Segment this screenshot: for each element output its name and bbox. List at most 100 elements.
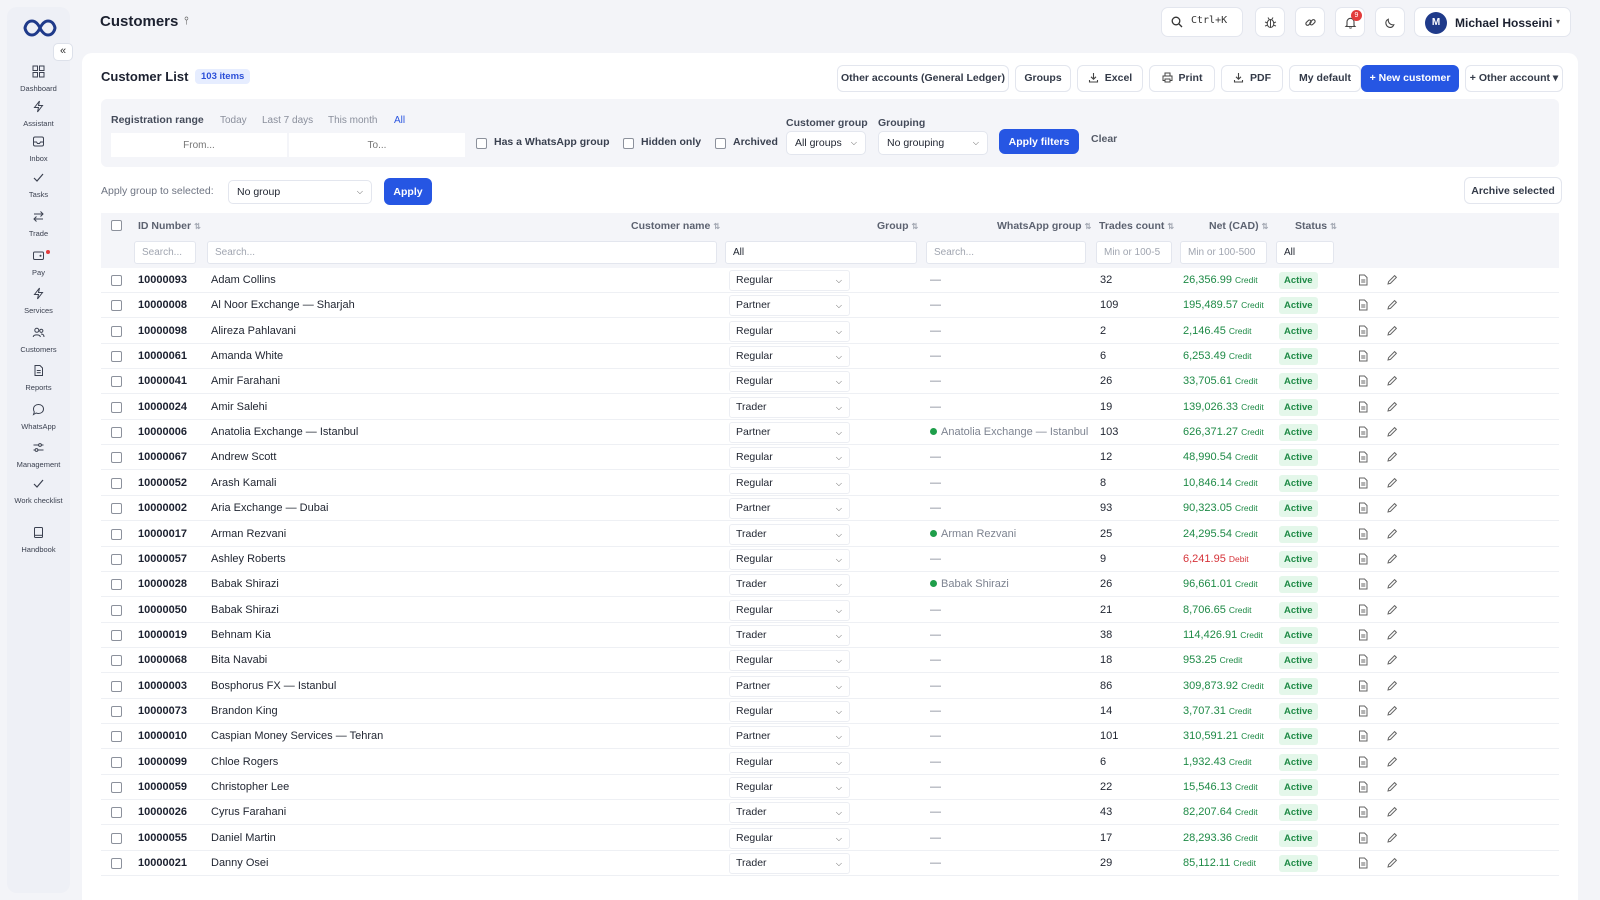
customer-name[interactable]: Daniel Martin [211,832,276,844]
apply-filters-button[interactable]: Apply filters [999,129,1079,154]
edit-icon[interactable] [1386,629,1398,641]
row-group-select[interactable]: Trader ⌵ [729,624,850,646]
table-row[interactable]: 10000019 Behnam Kia Trader ⌵ — 38 114,426.91 Cr… [101,623,1559,648]
row-checkbox[interactable] [111,300,122,312]
row-group-select[interactable]: Trader ⌵ [729,853,850,875]
row-group-select[interactable]: Regular ⌵ [729,270,850,291]
table-row[interactable]: 10000008 Al Noor Exchange — Sharjah Partne… [101,293,1559,319]
archived-checkbox[interactable] [715,138,726,149]
theme-toggle-button[interactable] [1375,7,1405,37]
row-checkbox[interactable] [111,858,122,870]
table-row[interactable]: 10000028 Babak Shirazi Trader ⌵ Babak Shiraz… [101,572,1559,598]
table-row[interactable]: 10000099 Chloe Rogers Regular ⌵ — 6 1,932.43 Cr… [101,750,1559,775]
row-checkbox[interactable] [111,553,122,565]
edit-icon[interactable] [1386,806,1398,818]
sidebar-item-dashboard[interactable]: Dashboard [7,65,70,94]
table-row[interactable]: 10000026 Cyrus Farahani Trader ⌵ — 43 82,207.6… [101,800,1559,826]
document-icon[interactable] [1357,654,1369,666]
row-group-select[interactable]: Partner ⌵ [729,422,850,444]
sidebar-item-reports[interactable]: Reports [7,364,70,393]
edit-icon[interactable] [1386,578,1398,590]
range-last-7-days[interactable]: Last 7 days [262,115,313,126]
edit-icon[interactable] [1386,451,1398,463]
table-row[interactable]: 10000073 Brandon King Regular ⌵ — 14 3,707.31 C… [101,699,1559,724]
row-checkbox[interactable] [111,579,122,591]
customer-name[interactable]: Danny Osei [211,857,268,869]
document-icon[interactable] [1357,629,1369,641]
edit-icon[interactable] [1386,654,1398,666]
group-filter-select[interactable]: All [725,241,917,264]
table-row[interactable]: 10000068 Bita Navabi Regular ⌵ — 18 953.25 Cred… [101,648,1559,674]
whatsapp-filter-input[interactable]: Search... [926,241,1086,264]
sidebar-item-services[interactable]: Services [7,287,70,316]
edit-icon[interactable] [1386,604,1398,616]
select-all-checkbox[interactable] [111,220,122,231]
document-icon[interactable] [1357,781,1369,793]
table-row[interactable]: 10000003 Bosphorus FX — Istanbul Partner ⌵ —… [101,674,1559,699]
customer-name[interactable]: Anatolia Exchange — Istanbul [211,426,358,438]
global-search-button[interactable]: Ctrl+K [1161,7,1243,37]
row-group-select[interactable]: Regular ⌵ [729,700,850,722]
edit-icon[interactable] [1386,477,1398,489]
row-group-select[interactable]: Partner ⌵ [729,295,850,317]
table-row[interactable]: 10000052 Arash Kamali Regular ⌵ — 8 10,846.14 C… [101,471,1559,496]
edit-icon[interactable] [1386,857,1398,869]
table-row[interactable]: 10000002 Aria Exchange — Dubai Partner ⌵ — 93… [101,496,1559,522]
customer-name[interactable]: Adam Collins [211,274,276,286]
customer-name[interactable]: Brandon King [211,705,278,717]
edit-icon[interactable] [1386,832,1398,844]
col-customer-name[interactable]: Customer name ⇅ [631,220,720,232]
grouping-select[interactable]: No grouping ⌵ [878,131,988,155]
document-icon[interactable] [1357,350,1369,362]
my-default-button[interactable]: My default [1289,65,1361,92]
trades-filter-input[interactable]: Min or 100-5 [1096,241,1172,264]
document-icon[interactable] [1357,832,1369,844]
row-group-select[interactable]: Regular ⌵ [729,650,850,672]
apply-group-button[interactable]: Apply [384,178,432,205]
excel-button[interactable]: Excel [1077,65,1143,92]
sidebar-item-assistant[interactable]: Assistant [7,100,70,129]
row-group-select[interactable]: Regular ⌵ [729,346,850,368]
collapse-sidebar-button[interactable]: « [53,43,73,61]
row-checkbox[interactable] [111,477,122,489]
customer-name[interactable]: Christopher Lee [211,781,289,793]
customer-name[interactable]: Aria Exchange — Dubai [211,502,328,514]
customer-name[interactable]: Amir Salehi [211,401,267,413]
row-group-select[interactable]: Regular ⌵ [729,827,850,849]
table-row[interactable]: 10000059 Christopher Lee Regular ⌵ — 22 15,546… [101,775,1559,800]
row-checkbox[interactable] [111,528,122,540]
document-icon[interactable] [1357,756,1369,768]
edit-icon[interactable] [1386,350,1398,362]
sidebar-item-customers[interactable]: Customers [7,326,70,355]
customer-name[interactable]: Cyrus Farahani [211,806,286,818]
customer-name[interactable]: Babak Shirazi [211,604,279,616]
document-icon[interactable] [1357,426,1369,438]
col-whatsapp-group[interactable]: WhatsApp group ⇅ [997,220,1091,232]
customer-name[interactable]: Arman Rezvani [211,528,286,540]
document-icon[interactable] [1357,451,1369,463]
table-row[interactable]: 10000041 Amir Farahani Regular ⌵ — 26 33,705.6… [101,369,1559,395]
row-group-select[interactable]: Trader ⌵ [729,396,850,418]
row-checkbox[interactable] [111,604,122,616]
link-button[interactable] [1295,7,1325,37]
edit-icon[interactable] [1386,730,1398,742]
table-row[interactable]: 10000055 Daniel Martin Regular ⌵ — 17 28,293.3… [101,826,1559,851]
table-row[interactable]: 10000093 Adam Collins Regular ⌵ — 32 26,356.99… [101,268,1559,293]
range-today[interactable]: Today [220,115,247,126]
customer-name[interactable]: Ashley Roberts [211,553,286,565]
pin-icon[interactable]: ⫯ [184,15,189,28]
row-group-select[interactable]: Partner ⌵ [729,726,850,748]
row-group-select[interactable]: Regular ⌵ [729,751,850,773]
row-checkbox[interactable] [111,275,122,286]
row-group-select[interactable]: Trader ⌵ [729,523,850,545]
document-icon[interactable] [1357,806,1369,818]
status-filter-select[interactable]: All [1276,241,1334,264]
sidebar-item-pay[interactable]: Pay [7,249,70,278]
archive-selected-button[interactable]: Archive selected [1464,177,1562,204]
document-icon[interactable] [1357,578,1369,590]
document-icon[interactable] [1357,680,1369,692]
table-row[interactable]: 10000021 Danny Osei Trader ⌵ — 29 85,112.11 Cre… [101,851,1559,877]
col-net[interactable]: Net (CAD) ⇅ [1209,220,1268,232]
row-group-select[interactable]: Regular ⌵ [729,371,850,393]
row-group-select[interactable]: Regular ⌵ [729,472,850,494]
